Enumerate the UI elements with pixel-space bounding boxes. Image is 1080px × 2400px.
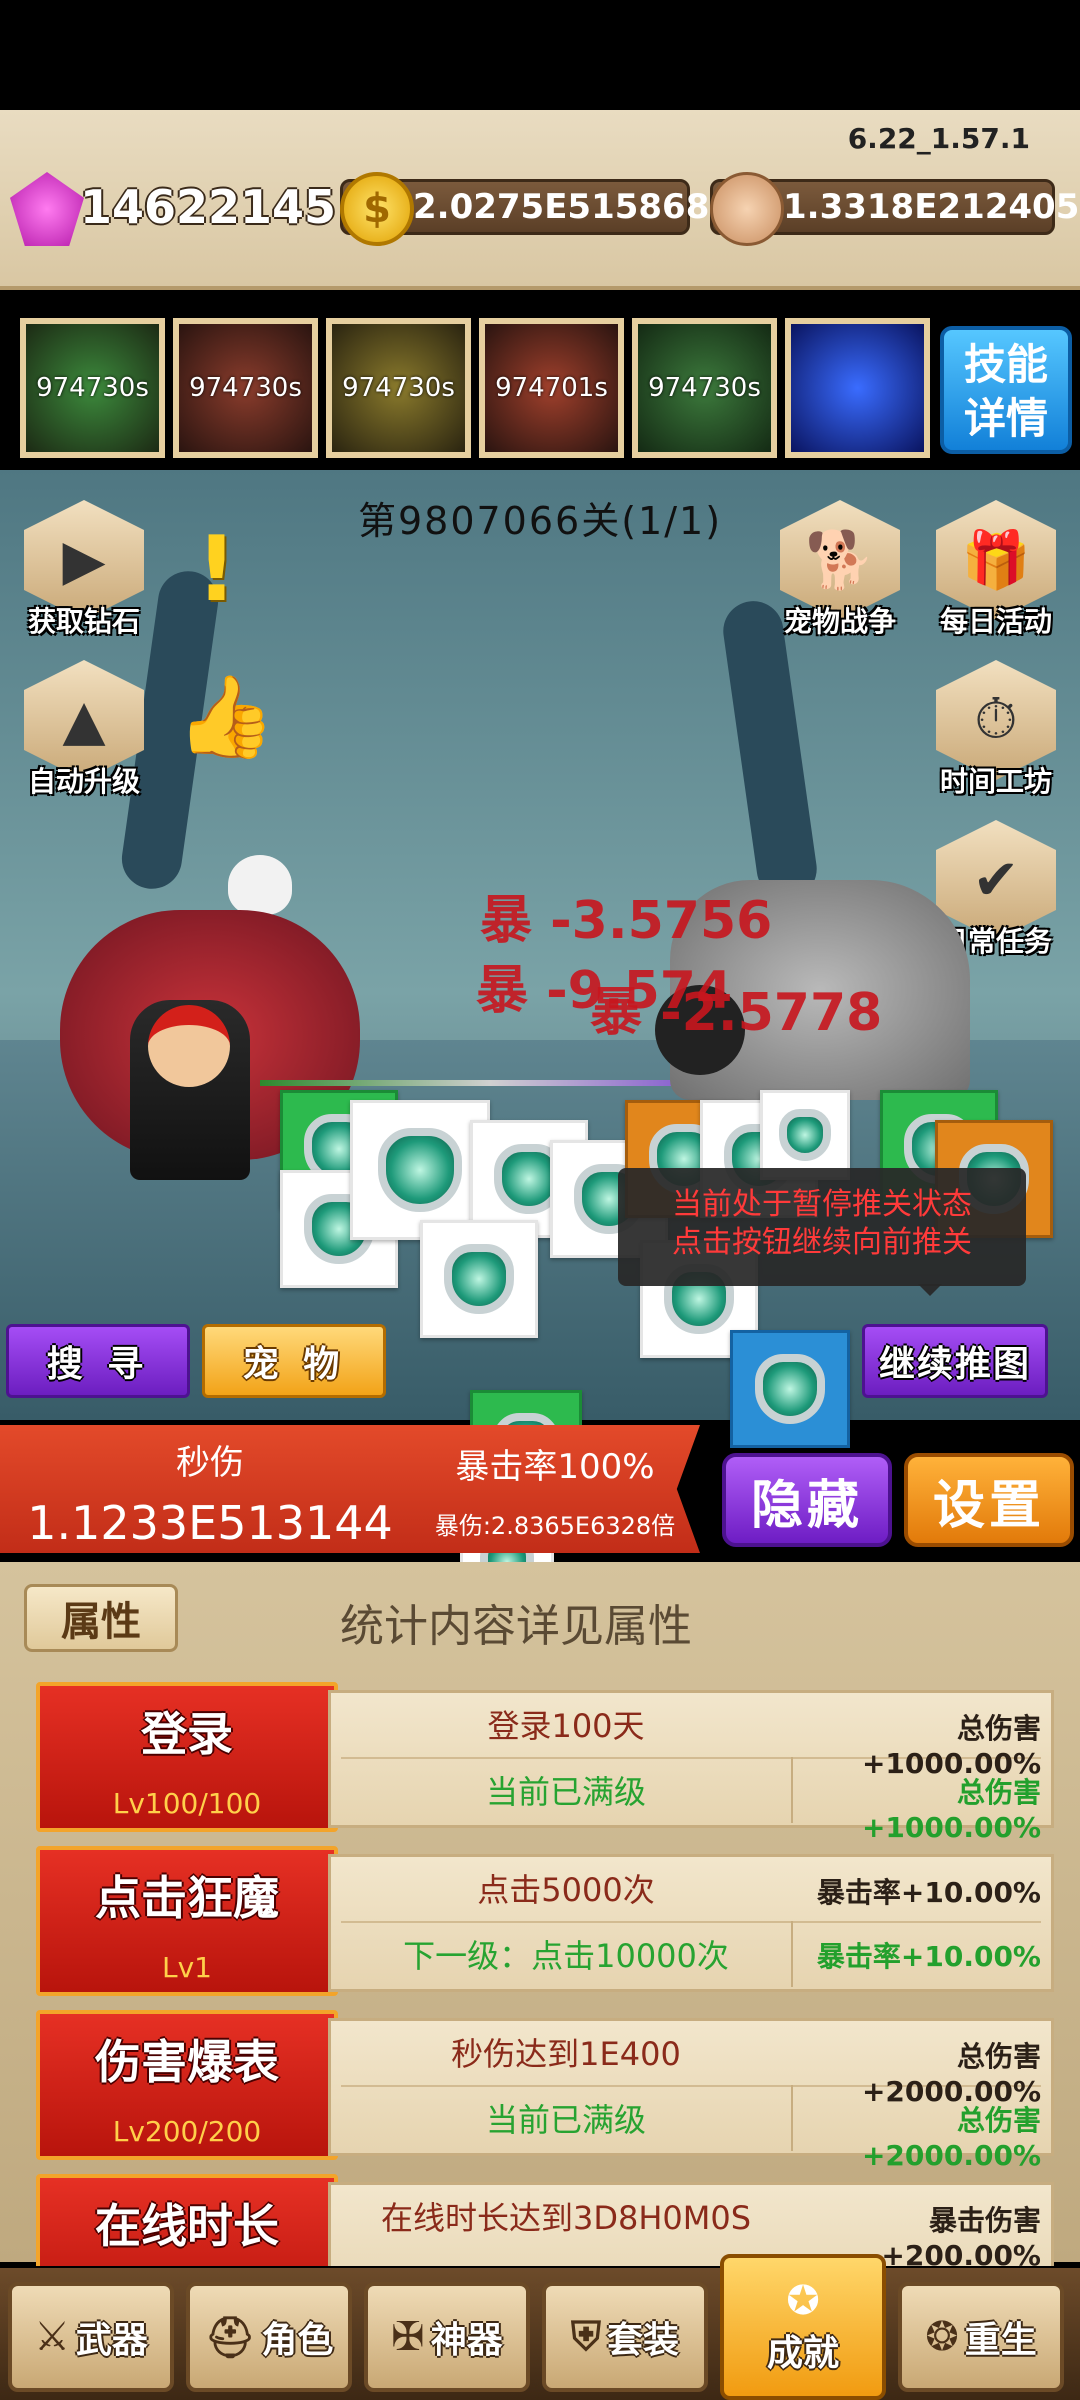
settings-button[interactable]: 设置	[904, 1453, 1074, 1547]
archer-head	[148, 1005, 230, 1087]
damage-number: 暴 -2.5778	[590, 983, 883, 1043]
attributes-tab[interactable]: 属性	[24, 1584, 178, 1652]
flame-icon: ❂	[925, 2314, 959, 2360]
nav-role-tab[interactable]: ⛑ 角色	[186, 2282, 352, 2392]
get-diamond-button[interactable]: ▶ 获取钻石	[16, 500, 152, 640]
nav-set-tab[interactable]: ⛨ 套装	[542, 2282, 708, 2392]
tree-right	[719, 597, 821, 903]
skill-slot-4[interactable]: 974701s	[479, 318, 624, 458]
pause-tooltip: 当前处于暂停推关状态 点击按钮继续向前推关	[618, 1168, 1026, 1296]
nav-artifact-tab[interactable]: ✠ 神器	[364, 2282, 530, 2392]
nav-achievement-tab[interactable]: ✪ 成就	[720, 2254, 886, 2400]
gold-counter: $ 2.0275E515868	[340, 172, 709, 246]
coin-icon: $	[340, 172, 414, 246]
medal-icon: ✪	[786, 2278, 820, 2324]
exclamation-icon[interactable]: !	[196, 525, 237, 615]
achievement-badge: 登录 Lv100/100	[36, 1682, 338, 1832]
dps-panel: 秒伤 1.1233E513144	[0, 1425, 420, 1553]
achievement-row: 在线时长 在线时长达到3D8H0M0S 暴击伤害+200.00%	[28, 2174, 1054, 2266]
clock-skill-icon[interactable]	[785, 318, 930, 458]
pet-button[interactable]: 宠 物	[202, 1324, 386, 1398]
damage-number: 暴 -3.5756	[480, 891, 773, 951]
helmet-icon: ⛑	[204, 2314, 256, 2361]
auto-upgrade-button[interactable]: ▲ 自动升级	[16, 660, 152, 800]
achievement-badge: 点击狂魔 Lv1	[36, 1846, 338, 1996]
ring-drop[interactable]	[730, 1330, 850, 1448]
winged-emblem-icon: ✠	[391, 2314, 425, 2360]
arrow-volley	[260, 1080, 720, 1086]
nav-weapon-tab[interactable]: ⚔ 武器	[8, 2282, 174, 2392]
search-button[interactable]: 搜 寻	[6, 1324, 190, 1398]
ring-drop[interactable]	[420, 1220, 538, 1338]
achievement-detail: 登录100天 当前已满级 总伤害+1000.00% 总伤害+1000.00%	[328, 1690, 1054, 1844]
achievement-badge: 伤害爆表 Lv200/200	[36, 2010, 338, 2160]
status-bar	[0, 0, 1080, 110]
skull-icon	[710, 172, 784, 246]
achievement-row: 点击狂魔 Lv1 点击5000次 下一级：点击10000次 暴击率+10.00%…	[28, 1846, 1054, 1996]
attributes-note: 统计内容详见属性	[340, 1601, 692, 1652]
achievement-detail: 秒伤达到1E400 当前已满级 总伤害+2000.00% 总伤害+2000.00…	[328, 2018, 1054, 2172]
nav-rebirth-tab[interactable]: ❂ 重生	[898, 2282, 1064, 2392]
skull-counter: 1.3318E212405	[710, 172, 1079, 246]
ring-drop[interactable]	[760, 1090, 850, 1180]
skill-bar: 974730s 974730s 974730s 974701s 974730s	[20, 318, 930, 458]
hide-button[interactable]: 隐藏	[722, 1453, 892, 1547]
achievement-row: 伤害爆表 Lv200/200 秒伤达到1E400 当前已满级 总伤害+2000.…	[28, 2010, 1054, 2172]
skill-slot-1[interactable]: 974730s	[20, 318, 165, 458]
achievement-detail: 点击5000次 下一级：点击10000次 暴击率+10.00% 暴击率+10.0…	[328, 1854, 1054, 1992]
continue-push-button[interactable]: 继续推图	[862, 1324, 1048, 1398]
version-label: 6.22_1.57.1	[847, 122, 1030, 155]
time-workshop-button[interactable]: ⏱ 时间工坊	[928, 660, 1064, 800]
gem-counter: 14622145	[10, 172, 336, 246]
crit-panel: 暴击率100% 暴伤:2.8365E6328倍	[410, 1425, 700, 1553]
achievement-detail: 在线时长达到3D8H0M0S 暴击伤害+200.00%	[328, 2182, 1054, 2266]
floating-skull-icon	[228, 855, 292, 915]
skill-slot-2[interactable]: 974730s	[173, 318, 318, 458]
daily-activity-button[interactable]: 🎁 每日活动	[928, 500, 1064, 640]
achievement-row: 登录 Lv100/100 登录100天 当前已满级 总伤害+1000.00% 总…	[28, 1682, 1054, 1844]
armor-icon: ⛨	[570, 2314, 601, 2360]
ring-drop[interactable]	[350, 1100, 490, 1240]
skill-detail-button[interactable]: 技能详情	[940, 326, 1072, 454]
thumbs-up-icon[interactable]: 👍	[176, 670, 276, 764]
skill-slot-3[interactable]: 974730s	[326, 318, 471, 458]
pet-war-button[interactable]: 🐕 宠物战争	[772, 500, 908, 640]
skill-slot-5[interactable]: 974730s	[632, 318, 777, 458]
achievement-badge: 在线时长	[36, 2174, 338, 2266]
stage-title: 第9807066关(1/1)	[357, 499, 723, 543]
crossed-swords-icon: ⚔	[34, 2314, 70, 2360]
